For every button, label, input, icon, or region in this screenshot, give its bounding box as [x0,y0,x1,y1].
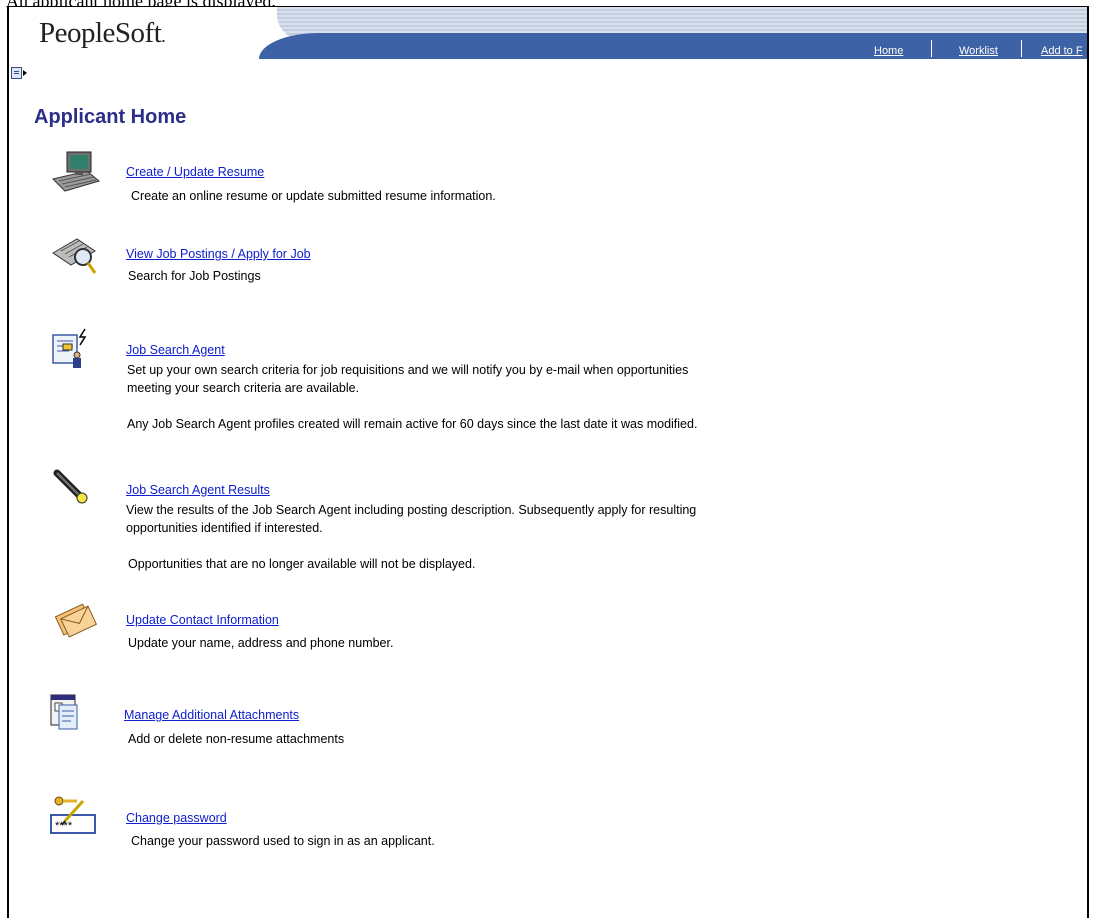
flashlight-icon [53,469,88,504]
create-update-resume-link[interactable]: Create / Update Resume [126,165,264,179]
item-description: Search for Job Postings [128,269,261,283]
peoplesoft-logo: PeopleSoft. [39,17,166,49]
attachments-icon [50,694,78,730]
item-description: Change your password used to sign in as … [131,834,435,848]
magnifier-postings-icon [52,238,97,274]
item-description: Add or delete non-resume attachments [128,732,345,746]
item-description: Opportunities that are no longer availab… [128,557,476,571]
item-description: Set up your own search criteria for job … [127,363,689,395]
nav-worklist-link[interactable]: Worklist [959,45,998,57]
manage-additional-attachments-link[interactable]: Manage Additional Attachments [124,708,299,722]
view-job-postings-link[interactable]: View Job Postings / Apply for Job [126,247,311,261]
key-password-icon: **** [50,796,96,834]
search-agent-icon [52,328,87,368]
envelopes-icon [54,603,98,638]
job-search-agent-results-link[interactable]: Job Search Agent Results [126,483,270,497]
item-description: Update your name, address and phone numb… [128,636,394,650]
item-description: Create an online resume or update submit… [131,189,496,203]
change-password-link[interactable]: Change password [126,811,227,825]
item-description: View the results of the Job Search Agent… [126,503,697,535]
job-search-agent-link[interactable]: Job Search Agent [126,343,225,357]
page-title: Applicant Home [34,106,187,128]
menu-toggle-icon[interactable] [11,67,27,79]
item-description: Any Job Search Agent profiles created wi… [127,417,698,431]
nav-home-link[interactable]: Home [874,45,903,57]
resume-computer-icon [52,151,101,192]
nav-separator [1021,40,1022,57]
update-contact-information-link[interactable]: Update Contact Information [126,613,279,627]
nav-add-to-favorites-link[interactable]: Add to F [1041,45,1083,57]
nav-separator [931,40,932,57]
browser-frame: PeopleSoft. Home Worklist Add to F Appli… [7,6,1089,918]
